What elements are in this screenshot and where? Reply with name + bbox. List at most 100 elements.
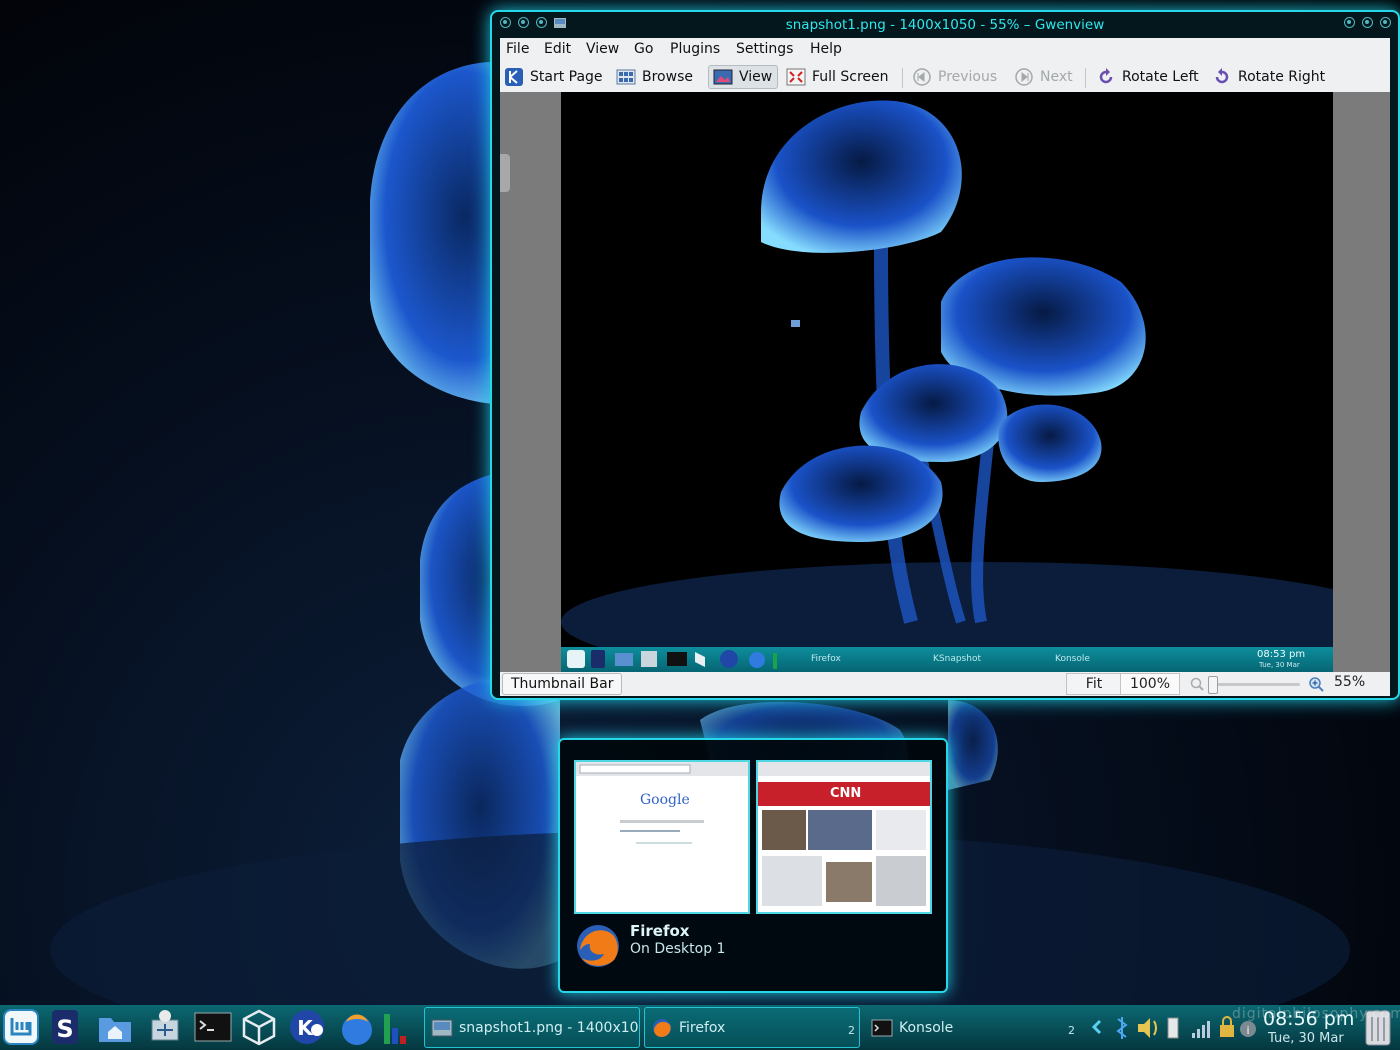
start-page-button[interactable]: Start Page <box>504 65 603 89</box>
next-label: Next <box>1040 69 1073 85</box>
cnn-page-preview <box>758 762 930 912</box>
displayed-image[interactable]: Firefox KSnapshot Konsole 08:53 pm Tue, … <box>561 92 1333 672</box>
volume-icon <box>1138 1018 1150 1038</box>
firefox-icon <box>577 925 619 967</box>
rotate-left-label: Rotate Left <box>1122 69 1199 85</box>
task-gwenview[interactable]: snapshot1.png - 1400x10 <box>424 1007 640 1048</box>
zoom-slider[interactable] <box>1208 676 1300 694</box>
clock-time[interactable]: 08:56 pm <box>1263 1008 1354 1030</box>
zoom-slider-handle[interactable] <box>1208 676 1218 694</box>
mushroom-wallpaper-image <box>561 92 1333 672</box>
window-switcher-tooltip: Google CNN Firefox On Desktop 1 <box>558 738 948 993</box>
statusbar: Thumbnail Bar Fit 100% 55% <box>500 672 1390 696</box>
zoom-out-icon[interactable] <box>1190 677 1204 691</box>
firefox-icon <box>653 1018 671 1037</box>
zoom-in-icon[interactable] <box>1308 676 1324 692</box>
rotate-left-button[interactable]: Rotate Left <box>1096 65 1199 89</box>
full-screen-button[interactable]: Full Screen <box>786 65 889 89</box>
rotate-right-label: Rotate Right <box>1238 69 1326 85</box>
browse-grid-icon <box>616 69 636 85</box>
full-screen-label: Full Screen <box>812 69 889 85</box>
skype-icon[interactable]: S <box>46 1008 84 1046</box>
tray-expand-arrow-icon <box>1091 1019 1102 1035</box>
rotate-right-icon <box>1215 68 1229 84</box>
menu-view[interactable]: View <box>586 41 619 57</box>
previous-icon <box>913 68 931 86</box>
image-file-icon <box>431 1019 453 1036</box>
menu-plugins[interactable]: Plugins <box>670 41 720 57</box>
terminal-icon[interactable] <box>194 1008 232 1046</box>
screenshot-launcher-icons <box>567 650 777 669</box>
full-screen-icon <box>786 68 806 86</box>
task-firefox-label: Firefox <box>679 1019 726 1036</box>
menubar: File Edit View Go Plugins Settings Help <box>500 38 1390 62</box>
svg-text:i: i <box>1246 1024 1249 1037</box>
next-icon <box>1015 68 1033 86</box>
ktorrent-icon[interactable]: K <box>288 1008 326 1046</box>
google-page-preview <box>576 762 748 912</box>
thumbnail-bar-button[interactable]: Thumbnail Bar <box>502 673 623 695</box>
screenshot-clock-time: 08:53 pm <box>1257 649 1306 660</box>
system-monitor-icon[interactable] <box>380 1008 410 1046</box>
maximize-button[interactable] <box>1362 17 1373 28</box>
browse-label: Browse <box>642 69 693 85</box>
clock-date[interactable]: Tue, 30 Mar <box>1268 1031 1344 1046</box>
task-konsole-label: Konsole <box>899 1019 954 1036</box>
close-button[interactable] <box>1380 17 1391 28</box>
mint-menu-icon[interactable] <box>2 1008 40 1046</box>
screenshot-task-ksnapshot: KSnapshot <box>933 654 981 664</box>
task-konsole-count: 2 <box>1068 1024 1075 1037</box>
firefox-window-thumbnail-google[interactable]: Google <box>574 760 750 914</box>
rotate-right-button[interactable]: Rotate Right <box>1212 65 1325 89</box>
svg-text:S: S <box>56 1015 73 1043</box>
menu-file[interactable]: File <box>506 41 529 57</box>
cnn-logo: CNN <box>830 786 862 801</box>
task-firefox[interactable]: Firefox 2 <box>644 1007 860 1048</box>
terminal-icon <box>871 1019 893 1036</box>
view-button[interactable]: View <box>708 65 778 89</box>
zoom-100-button[interactable]: 100% <box>1120 673 1180 695</box>
menu-go[interactable]: Go <box>634 41 653 57</box>
titlebar[interactable]: snapshot1.png - 1400x1050 - 55% – Gwenvi… <box>492 12 1398 38</box>
google-logo: Google <box>640 792 690 808</box>
sidebar-toggle-handle[interactable] <box>500 154 510 192</box>
virtualbox-icon[interactable] <box>240 1008 278 1046</box>
kde-logo-icon <box>505 68 523 86</box>
start-page-label: Start Page <box>530 69 603 85</box>
menu-help[interactable]: Help <box>810 41 842 57</box>
task-gwenview-label: snapshot1.png - 1400x10 <box>459 1019 639 1036</box>
main-toolbar: Start Page Browse View Full Screen Previ… <box>500 62 1390 93</box>
browse-button[interactable]: Browse <box>616 65 693 89</box>
switcher-window-title: Firefox <box>630 922 690 940</box>
screenshot-panel: Firefox KSnapshot Konsole 08:53 pm Tue, … <box>561 647 1333 672</box>
zoom-fit-button[interactable]: Fit <box>1066 673 1122 695</box>
view-label: View <box>739 69 773 85</box>
network-manager-icon[interactable] <box>146 1008 184 1046</box>
clipboard-icon <box>1167 1017 1179 1039</box>
menu-edit[interactable]: Edit <box>544 41 571 57</box>
zoom-value: 55% <box>1334 674 1366 690</box>
toolbar-separator <box>902 68 903 88</box>
task-konsole[interactable]: Konsole 2 <box>864 1007 1080 1048</box>
minimize-button[interactable] <box>1344 17 1355 28</box>
lock-icon <box>1220 1025 1234 1037</box>
next-button[interactable]: Next <box>1014 65 1073 89</box>
taskbar-panel: S K snapshot1.png - 1400x10 Firefox 2 Ko… <box>0 1005 1400 1050</box>
home-folder-icon[interactable] <box>96 1008 134 1046</box>
rotate-left-icon <box>1099 68 1113 84</box>
switcher-window-desktop: On Desktop 1 <box>630 941 726 957</box>
previous-button[interactable]: Previous <box>912 65 997 89</box>
menu-settings[interactable]: Settings <box>736 41 793 57</box>
window-title: snapshot1.png - 1400x1050 - 55% – Gwenvi… <box>785 17 1105 33</box>
previous-label: Previous <box>938 69 998 85</box>
screenshot-clock-date: Tue, 30 Mar <box>1259 661 1300 669</box>
image-viewport[interactable]: Firefox KSnapshot Konsole 08:53 pm Tue, … <box>500 92 1390 672</box>
gwenview-window: snapshot1.png - 1400x1050 - 55% – Gwenvi… <box>490 10 1400 700</box>
screenshot-task-firefox: Firefox <box>811 654 841 664</box>
thunderbird-icon[interactable] <box>338 1008 376 1046</box>
task-firefox-count: 2 <box>848 1024 855 1037</box>
screenshot-task-konsole: Konsole <box>1055 654 1090 664</box>
toolbar-separator <box>1085 68 1086 88</box>
bluetooth-icon <box>1116 1017 1128 1039</box>
firefox-window-thumbnail-cnn[interactable]: CNN <box>756 760 932 914</box>
